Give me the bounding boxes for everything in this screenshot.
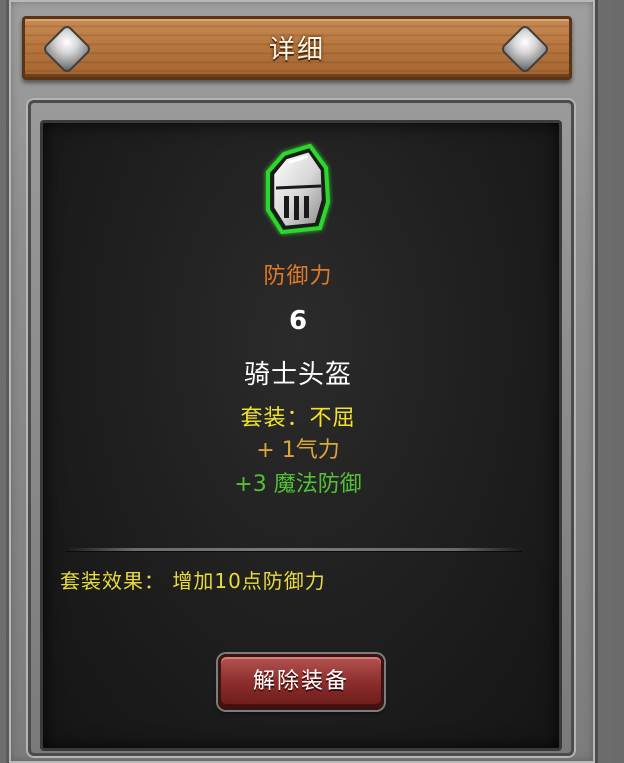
bonus-stat: +3 魔法防御 <box>234 472 362 497</box>
title-board: 详细 <box>22 16 572 80</box>
unequip-button[interactable]: 解除装备 <box>218 654 384 710</box>
stat-name: 防御力 <box>263 264 333 289</box>
knight-helmet-icon <box>254 140 342 240</box>
item-detail-dialog: 详细 防御力 6 骑士头盔 套装：不屈 + 1气力 +3 魔法防御 套装效果： … <box>0 0 624 763</box>
bonus-stat: + 1气力 <box>256 438 340 463</box>
dialog-title: 详细 <box>268 35 325 65</box>
item-name: 骑士头盔 <box>243 360 352 390</box>
set-effect-text: 套装效果： 增加10点防御力 <box>60 569 326 593</box>
divider <box>66 548 522 552</box>
set-name: 套装：不屈 <box>240 406 356 431</box>
stat-value: 6 <box>288 306 308 336</box>
